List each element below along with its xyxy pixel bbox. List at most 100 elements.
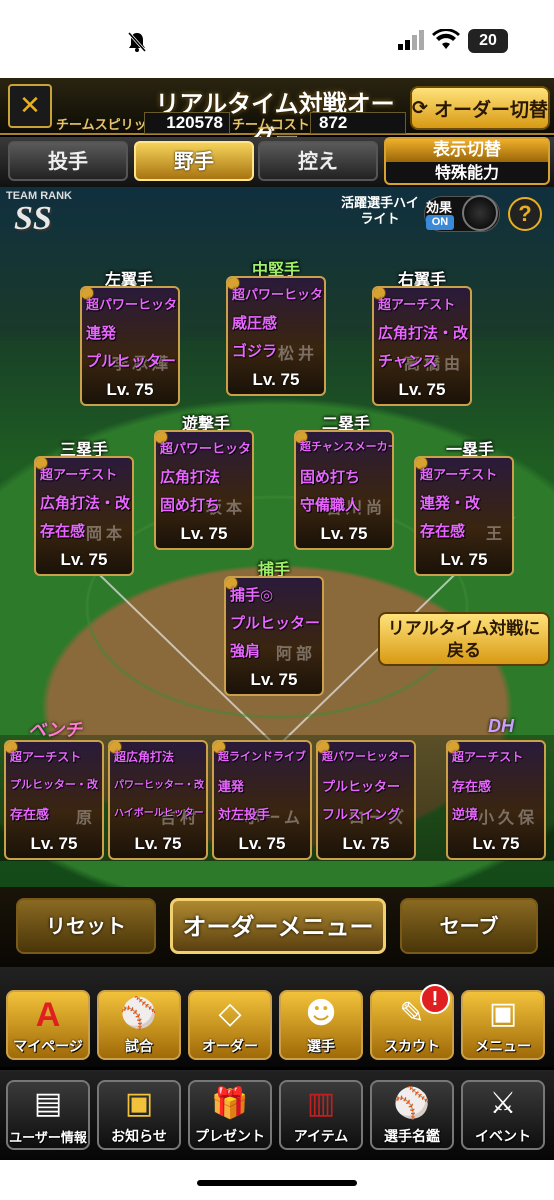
skill-1: 超アーチスト (378, 298, 456, 313)
player-card-1b[interactable]: 王 超アーチスト 連発・改 存在感 Lv. 75 (414, 456, 514, 576)
bench-card-2[interactable]: 吉村 超広角打法 パワーヒッター・改 ハイボールヒッター Lv. 75 (108, 740, 208, 860)
nav-game[interactable]: ⚾ 試合 (97, 990, 181, 1060)
tab-reserve[interactable]: 控え (258, 141, 378, 181)
player-card-2b[interactable]: 吉川尚 超チャンスメーカー 固め打ち 守備職人 Lv. 75 (294, 430, 394, 550)
player-name: 松井 (277, 344, 318, 363)
skill-2: 連発 (86, 324, 117, 342)
player-level: Lv. 75 (30, 834, 78, 853)
player-name: 小久保 (477, 808, 538, 827)
a-letter-icon: A (35, 996, 61, 1034)
skill-2: 連発 (218, 780, 245, 795)
skill-3: 対左投手 (218, 808, 271, 823)
skill-3: 固め打ち (160, 496, 221, 514)
player-icon: ☻ (305, 996, 337, 1031)
skill-3: 逆境 (452, 808, 479, 823)
skill-1: 超広角打法 (114, 750, 175, 764)
bell-muted-icon (127, 32, 147, 52)
status-time: 14:08 (58, 27, 125, 57)
skill-1: 超ラインドライブ (218, 750, 306, 763)
nav-player-directory[interactable]: ⚾ 選手名鑑 (370, 1080, 454, 1150)
nav-order[interactable]: ◇ オーダー (188, 990, 272, 1060)
player-card-c[interactable]: 阿部 捕手◎ プルヒッター 強肩 Lv. 75 (224, 576, 324, 696)
highlight-label: 活躍選手ハイライト (341, 196, 419, 227)
nav-players[interactable]: ☻ 選手 (279, 990, 363, 1060)
team-rank-value: SS (14, 200, 52, 237)
nav-news-label: お知らせ (111, 1129, 167, 1145)
home-indicator[interactable] (197, 1180, 357, 1186)
bench-card-dh[interactable]: 小久保 超アーチスト 存在感 逆境 Lv. 75 (446, 740, 546, 860)
book-icon: ▥ (306, 1086, 336, 1121)
player-card-cf[interactable]: 松井 超パワーヒッター 威圧感 ゴジラ Lv. 75 (226, 276, 326, 396)
skill-2: パワーヒッター・改 (114, 780, 204, 791)
nav-mypage[interactable]: A マイページ (6, 990, 90, 1060)
player-name: 原 (75, 808, 96, 827)
player-level: Lv. 75 (180, 524, 228, 543)
nav-players-label: 選手 (307, 1039, 335, 1055)
toggle-knob[interactable] (462, 195, 498, 231)
order-switch-button[interactable]: ⟳ オーダー切替 (410, 86, 550, 130)
skill-2: 広角打法・改 (40, 494, 131, 512)
tab-fielder[interactable]: 野手 (134, 141, 254, 181)
player-card-3b[interactable]: 岡本 超アーチスト 広角打法・改 存在感 Lv. 75 (34, 456, 134, 576)
nav-user-info-label: ユーザー情報 (9, 1131, 87, 1146)
skill-1: 超アーチスト (10, 750, 82, 764)
player-level: Lv. 75 (472, 834, 520, 853)
skill-1: 超パワーヒッター (86, 298, 180, 313)
player-level: Lv. 75 (238, 834, 286, 853)
nav-mypage-label: マイページ (13, 1039, 83, 1055)
nav-player-directory-label: 選手名鑑 (384, 1129, 440, 1145)
nav-game-label: 試合 (125, 1039, 153, 1055)
wifi-icon (432, 29, 460, 49)
order-menu-button[interactable]: オーダーメニュー (170, 898, 386, 954)
reset-button[interactable]: リセット (16, 898, 156, 954)
skill-3: ハイボールヒッター (114, 808, 204, 819)
nav-item[interactable]: ▥ アイテム (279, 1080, 363, 1150)
player-card-lf[interactable]: 李承燁 超パワーヒッター 連発 プルヒッター Lv. 75 (80, 286, 180, 406)
bench-card-1[interactable]: 原 超アーチスト プルヒッター・改 存在感 Lv. 75 (4, 740, 104, 860)
skill-2: 広角打法 (160, 468, 221, 486)
nav-event[interactable]: ⚔ イベント (461, 1080, 545, 1150)
signal-icon (398, 30, 424, 50)
skill-2: プルヒッター (230, 614, 321, 632)
player-level: Lv. 75 (134, 834, 182, 853)
bench-card-3[interactable]: ボーム 超ラインドライブ 連発 対左投手 Lv. 75 (212, 740, 312, 860)
stadium-icon: ⚾ (120, 996, 158, 1031)
save-button[interactable]: セーブ (400, 898, 538, 954)
id-card-icon: ▤ (33, 1086, 63, 1121)
nav-news[interactable]: ▣ お知らせ (97, 1080, 181, 1150)
player-name: 王 (485, 524, 506, 543)
nav-order-label: オーダー (202, 1039, 258, 1055)
player-level: Lv. 75 (106, 380, 154, 399)
player-level: Lv. 75 (60, 550, 108, 569)
skill-3: 守備職人 (300, 496, 361, 514)
battery-indicator: 20 (468, 29, 508, 53)
nav-menu[interactable]: ▣ メニュー (461, 990, 545, 1060)
order-switch-label: オーダー切替 (433, 98, 548, 121)
skill-3: 存在感 (10, 808, 50, 823)
bench-card-4[interactable]: ローズ 超パワーヒッター プルヒッター フルスイング Lv. 75 (316, 740, 416, 860)
effect-label: 効果 (426, 201, 453, 216)
skill-1: 超パワーヒッター (232, 288, 326, 303)
skill-1: 超チャンスメーカー (300, 440, 394, 453)
field-icon: ◇ (218, 996, 242, 1031)
skill-3: フルスイング (322, 808, 401, 823)
skill-2: 広角打法・改 (378, 324, 469, 342)
return-to-realtime-button[interactable]: リアルタイム対戦に戻る (378, 612, 550, 666)
bench-label: ベンチ (28, 720, 82, 741)
team-cost-value: 872 (310, 112, 406, 134)
skill-3: 強肩 (230, 642, 261, 660)
skill-2: 連発・改 (420, 494, 481, 512)
gift-icon: 🎁 (211, 1086, 249, 1121)
skill-3: ゴジラ (232, 342, 278, 360)
nav-present[interactable]: 🎁 プレゼント (188, 1080, 272, 1150)
skill-1: 捕手◎ (230, 586, 274, 604)
player-card-rf[interactable]: 高橋由 超アーチスト 広角打法・改 チャンス Lv. 75 (372, 286, 472, 406)
player-level: Lv. 75 (398, 380, 446, 399)
help-button[interactable]: ? (508, 197, 542, 231)
player-card-ss[interactable]: 坂本 超パワーヒッター 広角打法 固め打ち Lv. 75 (154, 430, 254, 550)
tab-pitcher[interactable]: 投手 (8, 141, 128, 181)
skill-2: 存在感 (452, 780, 492, 795)
effect-on-label: ON (426, 215, 454, 230)
scout-alert-badge: ! (420, 984, 450, 1014)
nav-user-info[interactable]: ▤ ユーザー情報 (6, 1080, 90, 1150)
